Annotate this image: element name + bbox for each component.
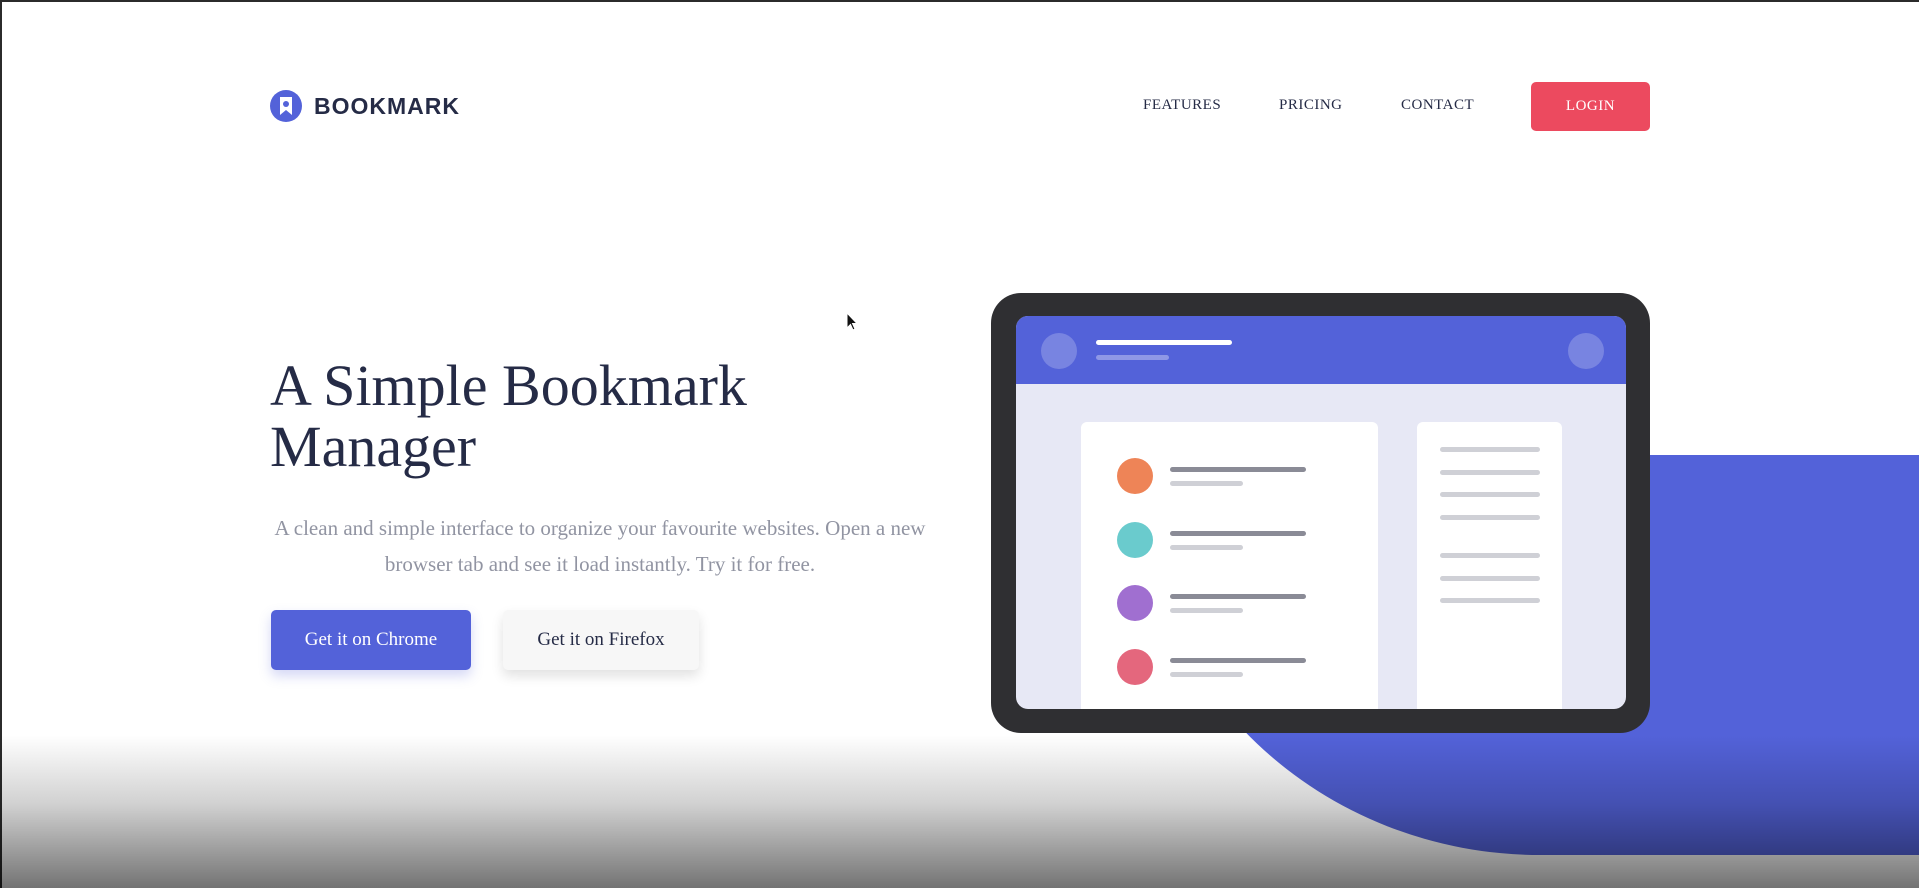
list-dot-teal xyxy=(1117,522,1153,558)
sidebar-line xyxy=(1440,470,1540,475)
list-line xyxy=(1170,594,1306,599)
nav-pricing[interactable]: PRICING xyxy=(1279,97,1343,114)
arrow-cursor-icon xyxy=(846,312,858,331)
sidebar-line xyxy=(1440,447,1540,452)
login-button[interactable]: LOGIN xyxy=(1531,82,1650,131)
logo[interactable]: BOOKMARK xyxy=(270,89,460,123)
hero-title: A Simple Bookmark Manager xyxy=(270,355,890,477)
list-line xyxy=(1170,467,1306,472)
sidebar-card xyxy=(1417,422,1562,709)
get-chrome-button[interactable]: Get it on Chrome xyxy=(271,610,471,670)
hero-description: A clean and simple interface to organize… xyxy=(274,516,926,576)
logo-text: BOOKMARK xyxy=(314,92,460,119)
bookmark-list-card xyxy=(1081,422,1378,709)
screen-header-subline xyxy=(1096,355,1169,360)
tablet-screen xyxy=(1016,316,1626,709)
list-line xyxy=(1170,531,1306,536)
nav-contact[interactable]: CONTACT xyxy=(1401,97,1474,114)
frame-top-border xyxy=(0,0,1919,2)
sidebar-line xyxy=(1440,515,1540,520)
list-subline xyxy=(1170,672,1243,677)
bookmark-icon xyxy=(270,90,302,122)
list-subline xyxy=(1170,608,1243,613)
screen-header-line xyxy=(1096,340,1232,345)
sidebar-line xyxy=(1440,598,1540,603)
screen-header xyxy=(1016,316,1626,384)
frame-left-border xyxy=(0,0,2,888)
sidebar-line xyxy=(1440,553,1540,558)
hero-title-line1: A Simple Bookmark xyxy=(270,353,747,418)
list-dot-orange xyxy=(1117,458,1153,494)
list-subline xyxy=(1170,545,1243,550)
nav-features[interactable]: FEATURES xyxy=(1143,97,1221,114)
screen-avatar-right xyxy=(1568,333,1604,369)
hero-title-line2: Manager xyxy=(270,414,477,479)
screen-avatar-left xyxy=(1041,333,1077,369)
list-subline xyxy=(1170,481,1243,486)
list-dot-purple xyxy=(1117,585,1153,621)
get-firefox-button[interactable]: Get it on Firefox xyxy=(503,610,699,670)
list-line xyxy=(1170,658,1306,663)
sidebar-line xyxy=(1440,492,1540,497)
sidebar-line xyxy=(1440,576,1540,581)
list-dot-red xyxy=(1117,649,1153,685)
